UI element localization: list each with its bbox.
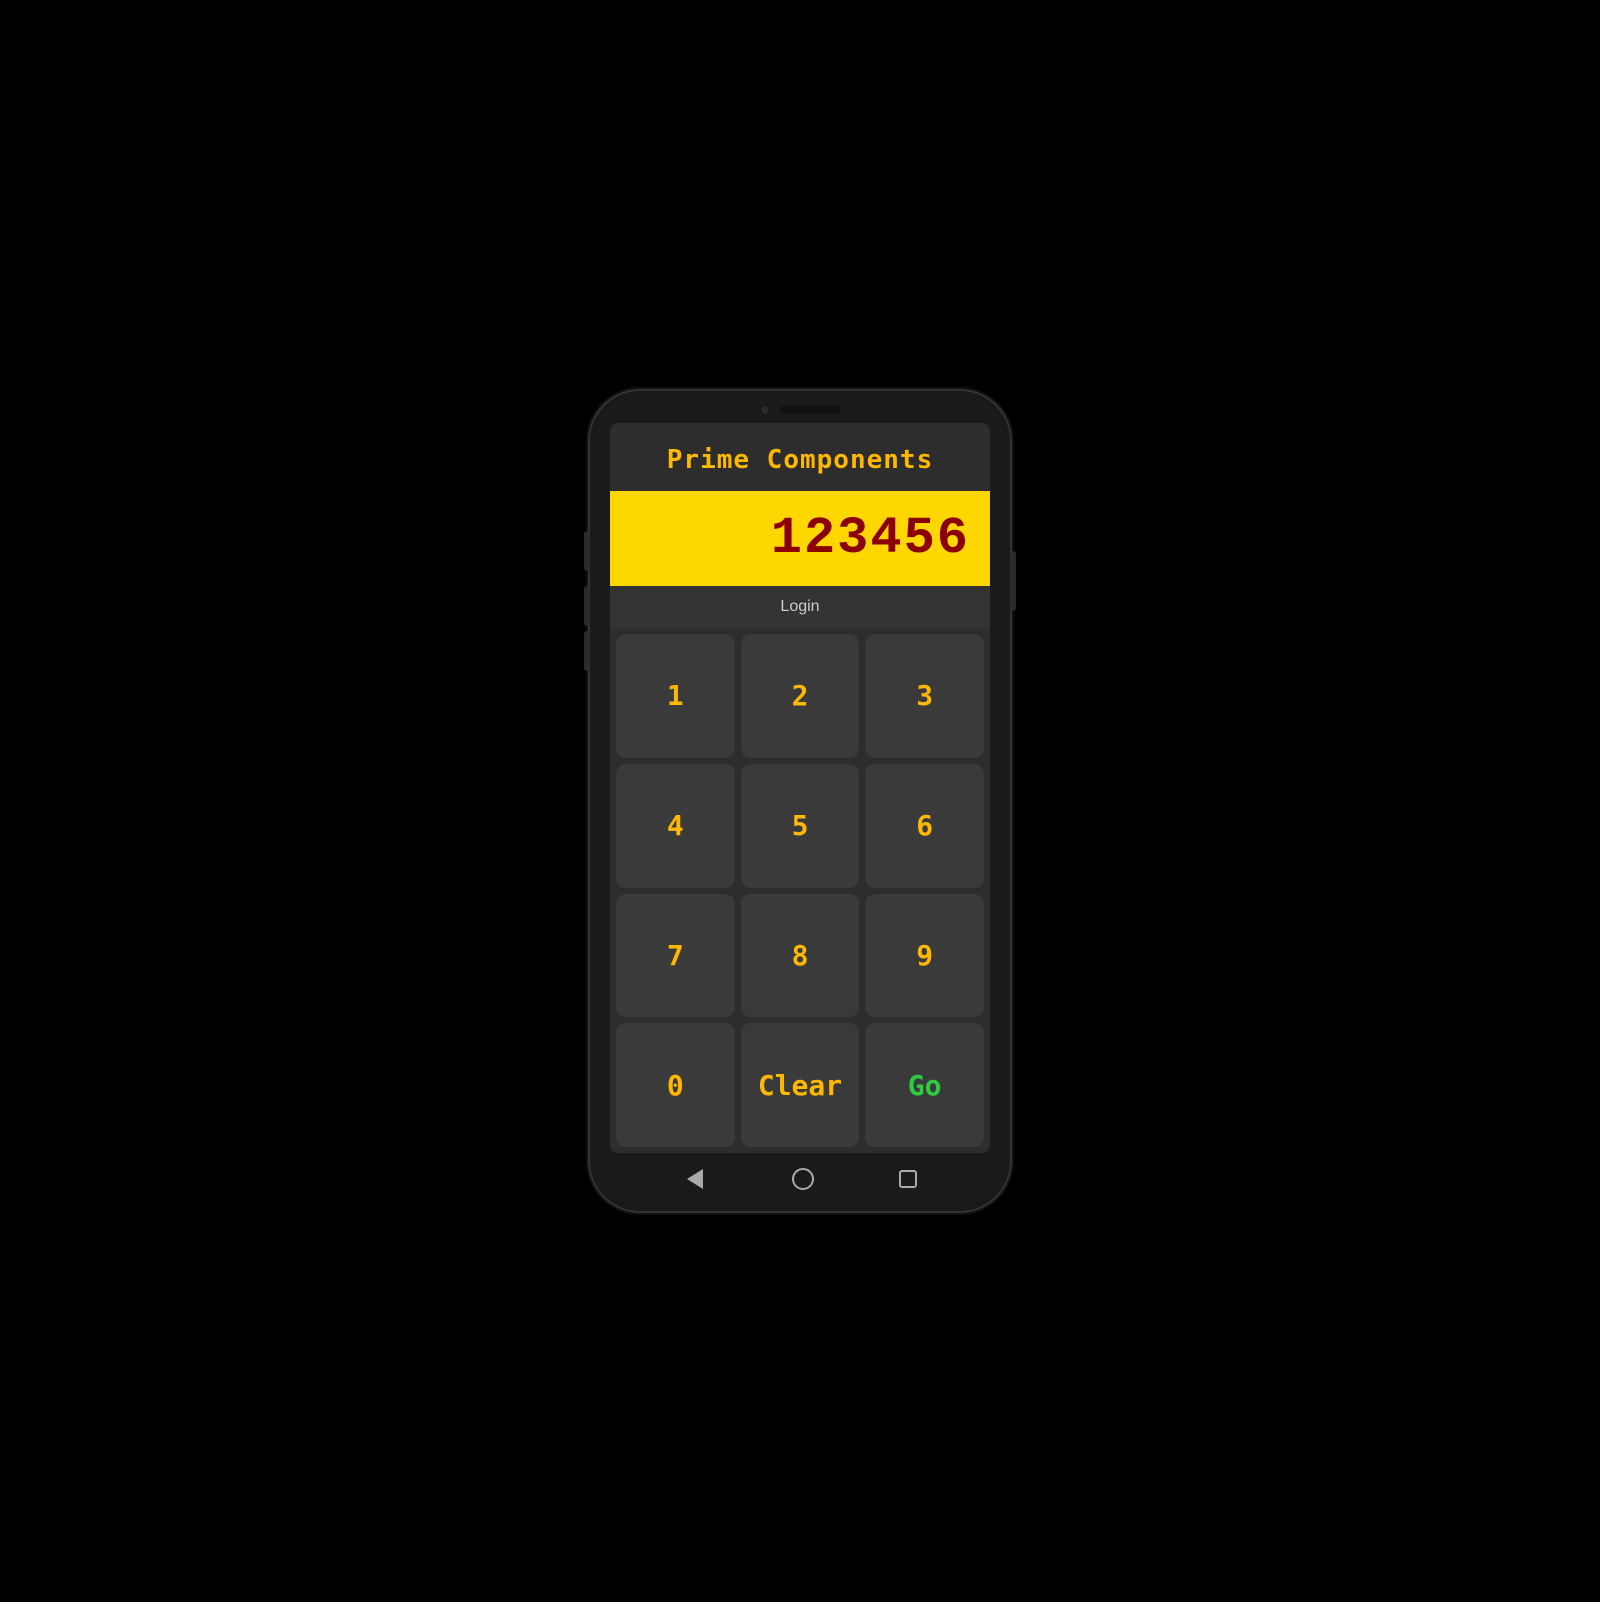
key-7[interactable]: 7	[616, 894, 735, 1018]
key-5[interactable]: 5	[741, 764, 860, 888]
key-9[interactable]: 9	[865, 894, 984, 1018]
display-area: 123456	[610, 491, 990, 586]
key-4[interactable]: 4	[616, 764, 735, 888]
key-2[interactable]: 2	[741, 634, 860, 758]
key-6[interactable]: 6	[865, 764, 984, 888]
app-title: Prime Components	[610, 423, 990, 491]
login-button[interactable]: Login	[610, 586, 990, 628]
camera-icon	[760, 405, 770, 415]
phone-bottom-bar	[600, 1153, 1000, 1197]
phone-device: Prime Components 123456 Login 1 2 3 4 5 …	[590, 391, 1010, 1211]
key-0[interactable]: 0	[616, 1023, 735, 1147]
camera-area	[760, 405, 840, 415]
phone-screen: Prime Components 123456 Login 1 2 3 4 5 …	[610, 423, 990, 1153]
go-button[interactable]: Go	[865, 1023, 984, 1147]
phone-top-bar	[600, 405, 1000, 415]
key-1[interactable]: 1	[616, 634, 735, 758]
recents-button[interactable]	[899, 1170, 917, 1188]
key-3[interactable]: 3	[865, 634, 984, 758]
display-number: 123456	[630, 509, 970, 568]
home-button[interactable]	[792, 1168, 814, 1190]
keypad: 1 2 3 4 5 6 7 8 9 0 Clear Go	[610, 628, 990, 1153]
key-8[interactable]: 8	[741, 894, 860, 1018]
speaker-grille	[780, 406, 840, 414]
back-button[interactable]	[683, 1167, 707, 1191]
clear-button[interactable]: Clear	[741, 1023, 860, 1147]
